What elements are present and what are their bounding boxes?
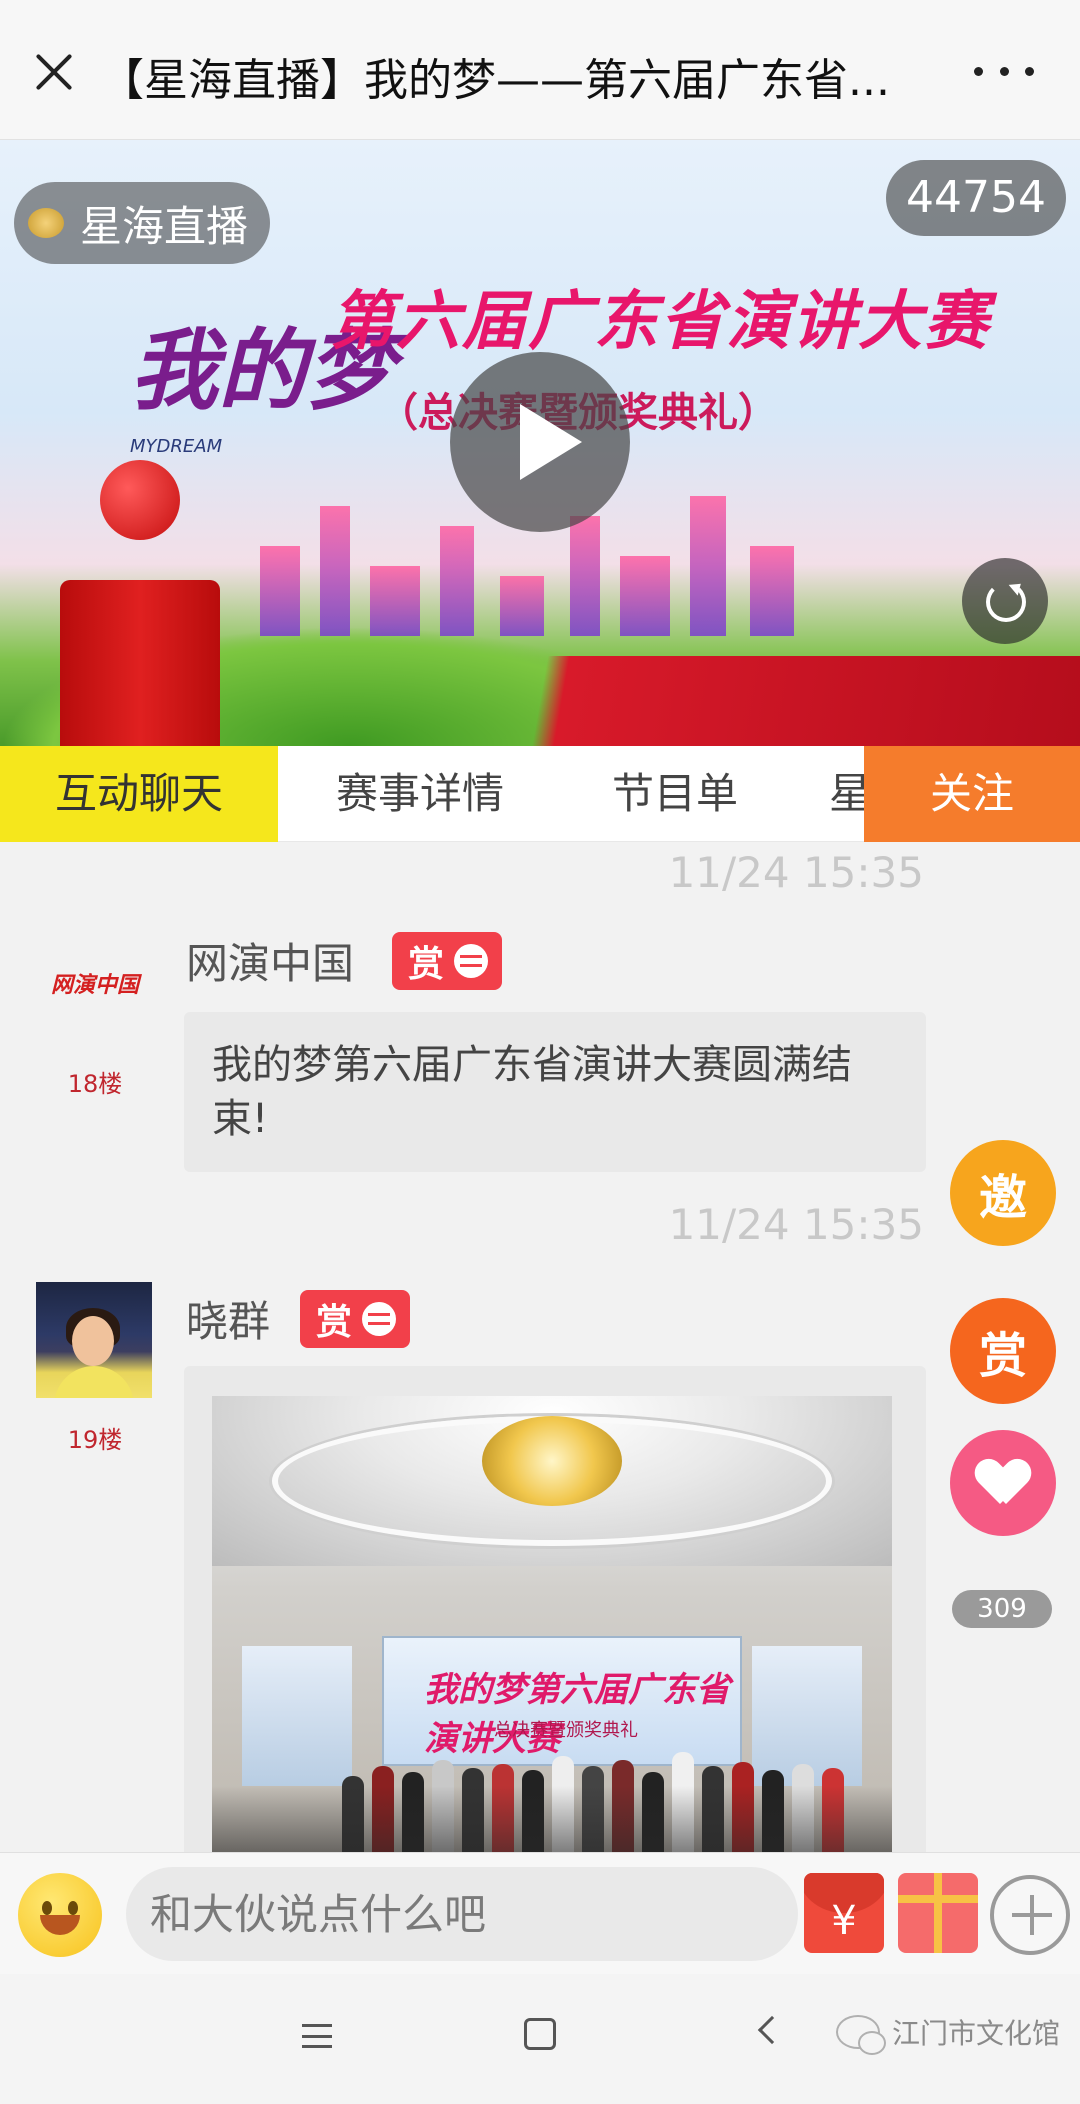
message-timestamp: 11/24 15:35 xyxy=(668,848,924,897)
watermark: 江门市文化馆 xyxy=(836,2012,1061,2055)
heart-icon xyxy=(978,1460,1028,1506)
watermark-text: 江门市文化馆 xyxy=(892,2017,1061,2050)
close-icon[interactable] xyxy=(28,46,80,98)
reward-tag-label: 赏 xyxy=(408,944,445,985)
chat-feed[interactable]: 11/24 15:35 网演中国 18楼 网演中国 赏 我的梦第六届广东省演讲大… xyxy=(0,842,1080,1852)
gift-button[interactable] xyxy=(898,1873,978,1953)
coins-icon xyxy=(362,1302,397,1336)
reward-button[interactable]: 赏 xyxy=(950,1298,1056,1404)
tab-bar: 互动聊天 赛事详情 节目单 星 关注 xyxy=(0,746,1080,842)
tab-chat[interactable]: 互动聊天 xyxy=(0,746,278,842)
message-input-bar: ¥ xyxy=(0,1852,1080,1974)
chandelier xyxy=(482,1416,622,1506)
avatar-logo-text: 网演中国 xyxy=(50,973,139,998)
message-input[interactable] xyxy=(126,1867,798,1961)
follow-button[interactable]: 关注 xyxy=(864,746,1080,842)
message-bubble: 我的梦第六届广东省演讲大赛圆满结束! xyxy=(184,1012,926,1172)
avatar[interactable] xyxy=(36,1282,152,1398)
event-photo[interactable]: 我的梦第六届广东省演讲大赛 总决赛暨颁奖典礼 xyxy=(212,1396,892,1852)
banner-title: 第六届广东省演讲大赛 xyxy=(330,285,990,359)
viewer-count: 44754 xyxy=(886,160,1066,236)
red-packet-button[interactable]: ¥ xyxy=(804,1873,884,1953)
coins-icon xyxy=(454,944,489,978)
reward-tag[interactable]: 赏 xyxy=(300,1290,411,1348)
user-name[interactable]: 晓群 xyxy=(186,1288,270,1349)
wechat-icon xyxy=(836,2015,886,2055)
title-bar: 【星海直播】我的梦——第六届广东省... xyxy=(0,0,1080,140)
like-button[interactable] xyxy=(950,1430,1056,1536)
play-icon[interactable] xyxy=(450,352,630,532)
reward-tag[interactable]: 赏 xyxy=(392,932,503,990)
reward-tag-label: 赏 xyxy=(316,1302,353,1343)
avatar[interactable]: 网演中国 xyxy=(36,924,154,1042)
floor-number: 19楼 xyxy=(67,1426,123,1454)
menu-icon[interactable] xyxy=(302,2024,332,2048)
banner-mydream-en: MYDREAM xyxy=(130,436,223,457)
video-player[interactable]: 我的梦 MYDREAM 第六届广东省演讲大赛 （总决赛暨颁奖典礼） 星海直播 4… xyxy=(0,140,1080,746)
speaker-figure xyxy=(40,460,220,746)
back-icon[interactable] xyxy=(757,2015,787,2045)
tab-program[interactable]: 节目单 xyxy=(580,746,770,842)
page-title: 【星海直播】我的梦——第六届广东省... xyxy=(100,55,890,106)
like-count-badge: 309 xyxy=(952,1590,1052,1628)
more-icon[interactable] xyxy=(974,56,1034,86)
plus-icon[interactable] xyxy=(990,1875,1070,1955)
channel-badge[interactable]: 星海直播 xyxy=(14,182,271,264)
live-stream-page: 【星海直播】我的梦——第六届广东省... 我的梦 MYDREAM 第六届广东省演… xyxy=(0,0,1080,2104)
yuan-icon: ¥ xyxy=(831,1898,857,1944)
refresh-icon[interactable] xyxy=(962,558,1048,644)
emoji-icon[interactable] xyxy=(18,1873,102,1957)
message-timestamp: 11/24 15:35 xyxy=(668,1200,924,1249)
channel-name: 星海直播 xyxy=(80,201,249,251)
invite-button[interactable]: 邀 xyxy=(950,1140,1056,1246)
floor-number: 18楼 xyxy=(67,1070,123,1098)
system-nav-bar: 江门市文化馆 xyxy=(0,1974,1080,2104)
user-name[interactable]: 网演中国 xyxy=(186,930,354,991)
home-icon[interactable] xyxy=(524,2018,556,2050)
channel-logo-icon xyxy=(28,208,64,238)
tab-details[interactable]: 赛事详情 xyxy=(300,746,540,842)
